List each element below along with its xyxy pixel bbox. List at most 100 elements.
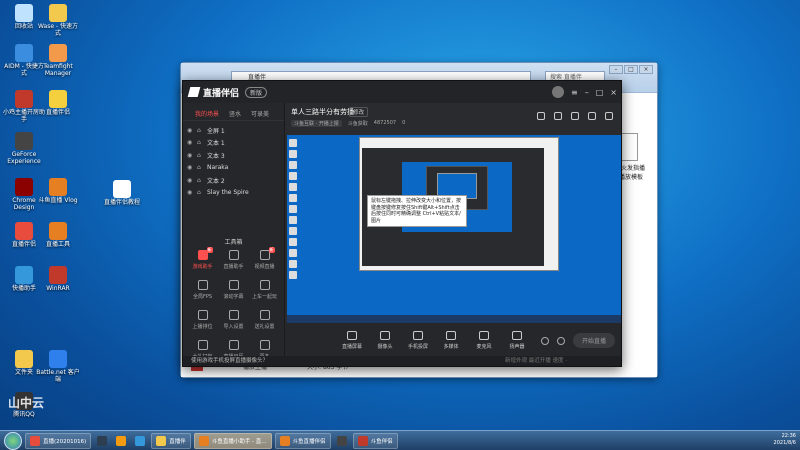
source-button[interactable]: 扬声器 xyxy=(506,331,528,350)
lock-icon[interactable]: ⌂ xyxy=(197,152,203,159)
source-label: 摄像头 xyxy=(377,344,393,350)
gift-icon[interactable] xyxy=(554,112,562,120)
taskbar-item[interactable]: 直播伴 xyxy=(151,432,191,449)
lock-icon[interactable]: ⌂ xyxy=(197,127,203,134)
eye-icon[interactable]: ◉ xyxy=(187,177,193,184)
taskbar-app-icon xyxy=(336,435,347,446)
share-icon[interactable] xyxy=(605,112,613,120)
record-icon[interactable] xyxy=(537,112,545,120)
eye-icon[interactable]: ◉ xyxy=(187,164,193,171)
app-icon xyxy=(15,178,33,196)
scene-item[interactable]: ◉ ⌂ 文本 1 xyxy=(183,137,284,150)
desktop-icon[interactable]: Battle.net 客户端 xyxy=(36,350,80,384)
system-tray-clock[interactable]: 22:36 2021/8/6 xyxy=(774,433,796,447)
source-button[interactable]: 手机投屏 xyxy=(407,331,429,350)
taskbar-item[interactable]: 斗鱼直播伴侣 xyxy=(274,432,331,449)
app-icon xyxy=(15,266,33,284)
scene-tab[interactable]: 竖水 xyxy=(229,109,241,120)
taskbar-item[interactable] xyxy=(132,433,148,449)
desktop-icon[interactable]: 斗鱼直播 Vlog xyxy=(36,178,80,205)
footer-tip[interactable]: 使用游戏手机投屏直播摄像头？ xyxy=(191,358,268,364)
lock-icon[interactable]: ⌂ xyxy=(197,164,203,171)
desktop-icon-label: Wase - 快速方式 xyxy=(37,23,79,37)
eye-icon[interactable]: ◉ xyxy=(187,152,193,159)
app-icon xyxy=(113,180,131,198)
scene-item[interactable]: ◉ ⌂ 全屏 1 xyxy=(183,124,284,137)
streaming-app-window[interactable]: 直播伴侣 新版 ≡ – □ × 我的场景 竖水 可录美 ◉ ⌂ 全屏 1 ◉ ⌂ 文本 1 ◉ ⌂… xyxy=(182,80,622,367)
scene-item[interactable]: ◉ ⌂ 文本 3 xyxy=(183,149,284,162)
source-button[interactable]: 摄像头 xyxy=(374,331,396,350)
taskbar-item[interactable] xyxy=(334,433,350,449)
taskbar-app-icon xyxy=(156,435,167,446)
minimize-icon[interactable]: – xyxy=(585,88,589,97)
lock-icon[interactable]: ⌂ xyxy=(197,139,203,146)
scene-label: 全屏 1 xyxy=(207,127,225,135)
desktop-icon[interactable]: Teamfight Manager xyxy=(36,44,80,78)
start-area: 开始直播 xyxy=(540,333,615,348)
start-button[interactable] xyxy=(4,431,22,450)
source-label: 扬声器 xyxy=(509,344,525,350)
taskbar-item[interactable]: 斗鱼伴侣 xyxy=(352,432,398,449)
scene-tab[interactable]: 可录美 xyxy=(251,109,269,120)
desktop-icon-label: 直播伴侣 xyxy=(45,109,70,116)
camera-settings-icon[interactable] xyxy=(540,336,549,345)
taskbar-item-label: 斗鱼伴侣 xyxy=(370,438,393,445)
desktop-icon[interactable]: Wase - 快速方式 xyxy=(36,4,80,38)
edit-title-button[interactable]: 修改 xyxy=(349,107,369,117)
scene-item[interactable]: ◉ ⌂ Naraka xyxy=(183,162,284,175)
stream-info-item: 4872507 xyxy=(373,120,397,126)
tool-button[interactable]: 送礼设置 xyxy=(249,310,280,330)
desktop-icon-label: WinRAR xyxy=(46,285,70,292)
scene-item[interactable]: ◉ ⌂ Slay the Spire xyxy=(183,187,284,200)
tool-button[interactable]: 新游戏助手 xyxy=(187,247,218,270)
source-button[interactable]: 直播屏幕 xyxy=(341,331,363,350)
maximize-icon[interactable]: □ xyxy=(596,88,604,97)
source-button[interactable]: 多媒体 xyxy=(440,331,462,350)
taskbar-item[interactable] xyxy=(94,433,110,449)
stream-info-item[interactable]: 斗鱼互联 · 开播上报 xyxy=(291,120,342,127)
bell-icon[interactable] xyxy=(588,112,596,120)
close-button[interactable]: × xyxy=(639,65,653,74)
close-icon[interactable]: × xyxy=(610,88,617,97)
tool-button[interactable]: 全局FPS xyxy=(187,280,218,300)
start-stream-button[interactable]: 开始直播 xyxy=(572,333,615,348)
scene-tab[interactable]: 我的场景 xyxy=(195,109,219,120)
taskbar-item-label: 斗鱼直播伴侣 xyxy=(292,438,326,445)
tool-button[interactable]: 直播助手 xyxy=(218,250,249,270)
title-controls: ≡ – □ × xyxy=(552,86,617,98)
tool-button[interactable]: 导入设置 xyxy=(218,310,249,330)
eye-icon[interactable]: ◉ xyxy=(187,127,193,134)
desktop-icon[interactable]: 直播伴侣 xyxy=(36,90,80,117)
lock-icon[interactable]: ⌂ xyxy=(197,189,203,196)
maximize-button[interactable]: □ xyxy=(624,65,638,74)
chat-icon[interactable] xyxy=(571,112,579,120)
menu-icon[interactable]: ≡ xyxy=(571,88,578,97)
stream-title[interactable]: 单人三路半分有劳播 xyxy=(291,107,354,117)
lock-icon[interactable]: ⌂ xyxy=(197,177,203,184)
taskbar-item[interactable] xyxy=(113,433,129,449)
preview-desktop-icons xyxy=(289,139,299,282)
desktop-icon[interactable]: 直播工具 xyxy=(36,222,80,249)
tool-button[interactable]: 上车一起玩 xyxy=(249,280,280,300)
toolbox-title: 工具箱 xyxy=(224,239,243,246)
scene-label: Slay the Spire xyxy=(207,189,249,197)
tool-button[interactable]: 滚动字幕 xyxy=(218,280,249,300)
tool-button[interactable]: 上播排位 xyxy=(187,310,218,330)
scene-item[interactable]: ◉ ⌂ 文本 2 xyxy=(183,174,284,187)
desktop-icon[interactable]: WinRAR xyxy=(36,266,80,293)
source-button[interactable]: 麦克风 xyxy=(473,331,495,350)
app-icon xyxy=(15,222,33,240)
settings-icon[interactable] xyxy=(556,336,565,345)
desktop-icon[interactable]: GeForce Experience xyxy=(2,132,46,166)
eye-icon[interactable]: ◉ xyxy=(187,189,193,196)
tool-button[interactable]: 新视频直播 xyxy=(249,247,280,270)
version-badge[interactable]: 新版 xyxy=(245,86,268,98)
taskbar-item[interactable]: 斗鱼直播小助手 - 直... xyxy=(193,432,272,449)
taskbar-item[interactable]: 直播(20201016) xyxy=(25,432,92,449)
app-icon xyxy=(49,44,67,62)
minimize-button[interactable]: – xyxy=(609,65,623,74)
stream-preview[interactable]: 鼠标左键拖拽、拉伸改变大小和位置，按键盘按键修复按住Shift键Alt+Shif… xyxy=(287,135,621,323)
desktop-icon[interactable]: 直播伴侣教程 xyxy=(100,180,144,207)
avatar[interactable] xyxy=(552,86,565,98)
eye-icon[interactable]: ◉ xyxy=(187,139,193,146)
